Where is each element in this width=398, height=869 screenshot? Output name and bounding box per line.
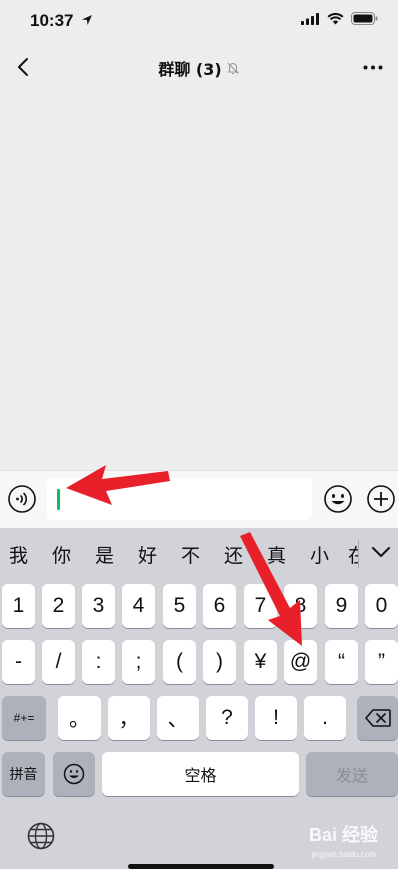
emoji-button[interactable]: [323, 484, 353, 514]
key-punct[interactable]: .: [304, 696, 346, 740]
signal-icon: [301, 12, 319, 25]
voice-icon: [8, 485, 36, 513]
watermark-url: jingyan.baidu.com: [311, 850, 376, 859]
pinyin-key[interactable]: 拼音: [2, 752, 45, 796]
key-punct[interactable]: 、: [157, 696, 199, 740]
key-symbol[interactable]: /: [42, 640, 75, 684]
key-digit[interactable]: 9: [325, 584, 358, 628]
candidate-word[interactable]: 不: [181, 541, 200, 568]
chat-title: 群聊 (3): [0, 56, 398, 80]
space-key[interactable]: 空格: [102, 752, 299, 796]
chat-message-area[interactable]: [0, 90, 398, 470]
key-digit[interactable]: 5: [163, 584, 196, 628]
key-symbol[interactable]: ;: [122, 640, 155, 684]
candidate-word[interactable]: 在: [348, 541, 358, 568]
more-functions-button[interactable]: [366, 484, 396, 514]
plus-circle-icon: [367, 485, 395, 513]
key-digit[interactable]: 4: [122, 584, 155, 628]
key-symbol[interactable]: (: [163, 640, 196, 684]
smiley-icon: [63, 763, 85, 785]
watermark-brand: Bai 经验: [308, 825, 378, 845]
globe-button[interactable]: [27, 822, 55, 850]
battery-icon: [351, 12, 378, 25]
location-arrow-icon: [82, 15, 93, 25]
annotation-arrow-at-key: [240, 532, 302, 646]
key-digit[interactable]: 3: [82, 584, 115, 628]
key-symbol[interactable]: ): [203, 640, 236, 684]
backspace-icon: [364, 709, 391, 727]
key-punct[interactable]: ?: [206, 696, 248, 740]
key-punct[interactable]: !: [255, 696, 297, 740]
candidate-word[interactable]: 我: [9, 541, 28, 568]
home-indicator: [128, 864, 274, 869]
key-symbol[interactable]: -: [2, 640, 35, 684]
key-symbol[interactable]: “: [325, 640, 358, 684]
expand-candidates-button[interactable]: [370, 541, 392, 563]
voice-button[interactable]: [7, 484, 37, 514]
candidate-word[interactable]: 好: [138, 541, 157, 568]
key-more-symbols[interactable]: #+=: [2, 696, 46, 740]
candidate-bar: 我 你 是 好 不 还 真 小 在: [0, 528, 398, 578]
key-digit[interactable]: 0: [365, 584, 398, 628]
mute-bell-icon: [226, 62, 239, 74]
smiley-icon: [324, 485, 352, 513]
candidate-divider: [358, 540, 359, 568]
key-digit[interactable]: 2: [42, 584, 75, 628]
wifi-icon: [327, 12, 344, 24]
candidate-word[interactable]: 你: [52, 541, 71, 568]
status-bar: 10:37: [0, 0, 398, 44]
key-symbol[interactable]: ”: [365, 640, 398, 684]
backspace-key[interactable]: [357, 696, 398, 740]
more-button[interactable]: [358, 52, 388, 82]
annotation-arrow-input: [66, 465, 170, 505]
key-punct[interactable]: 。: [58, 696, 101, 740]
key-digit[interactable]: 6: [203, 584, 236, 628]
nav-bar: 群聊 (3): [0, 44, 398, 90]
status-icons: [301, 12, 378, 25]
key-symbol[interactable]: :: [82, 640, 115, 684]
key-digit[interactable]: 1: [2, 584, 35, 628]
more-dots-icon: [363, 65, 383, 69]
globe-icon: [27, 822, 55, 850]
key-punct[interactable]: ，: [108, 696, 150, 740]
chevron-down-icon: [372, 547, 390, 557]
keyboard: 我 你 是 好 不 还 真 小 在 1 2 3 4 5 6 7 8 9 0 - …: [0, 528, 398, 869]
chat-title-text: 群聊 (3): [158, 60, 222, 79]
emoji-key[interactable]: [53, 752, 95, 796]
status-time: 10:37: [30, 11, 93, 31]
candidate-word[interactable]: 是: [95, 541, 114, 568]
send-key[interactable]: 发送: [306, 752, 398, 796]
